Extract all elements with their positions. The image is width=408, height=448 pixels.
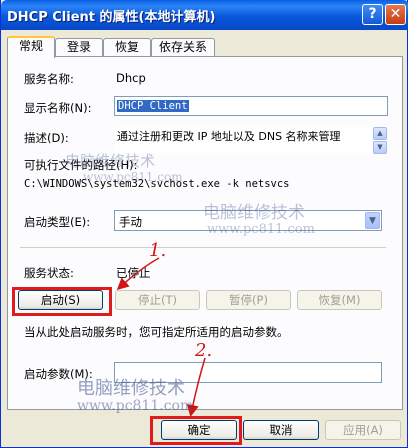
watermark-brand: 电脑维修技术: [77, 378, 185, 399]
annotation-arrows: [116, 257, 206, 417]
watermark-url: www.pc811.com: [83, 170, 183, 184]
watermark-url: www.pc811.com: [207, 222, 315, 237]
watermark-url: www.pc811.com: [77, 398, 194, 414]
watermark-brand: 电脑维修技术: [203, 203, 305, 223]
tab-general[interactable]: 常规: [7, 36, 55, 58]
properties-dialog: DHCP Client 的属性(本地计算机) ? ✕ 常规 登录 恢复 依存关系…: [0, 0, 408, 448]
watermark-brand: 电脑维修技术: [65, 152, 156, 170]
arrow-to-start-icon: [116, 257, 160, 291]
